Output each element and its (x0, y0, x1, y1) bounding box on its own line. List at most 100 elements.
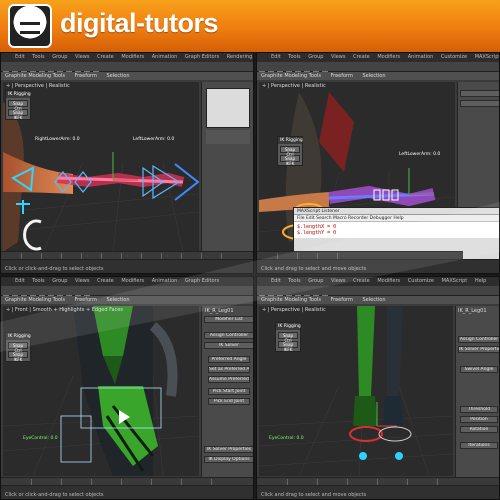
menu-help[interactable]: Help (475, 278, 486, 284)
menu-group[interactable]: Group (52, 278, 67, 284)
menu-graph-editors[interactable]: Graph Editors (185, 54, 219, 60)
time-slider[interactable] (1, 251, 253, 259)
menu-customize[interactable]: Customize (408, 278, 434, 284)
snap-ikfk-button[interactable]: Snap IKFK (280, 155, 300, 166)
assign-controller-rollout[interactable]: Assign Controller (204, 332, 253, 339)
tab-selection[interactable]: Selection (362, 297, 385, 303)
menu-tools[interactable]: Tools (32, 278, 44, 284)
menu-group[interactable]: Group (308, 278, 323, 284)
main-toolbar (257, 286, 499, 301)
front-viewport[interactable]: + | Front | Smooth + Highlights + Edged … (3, 306, 199, 476)
menu-group[interactable]: Group (52, 54, 67, 60)
parameters-rollout[interactable] (460, 90, 499, 97)
tab-selection[interactable]: Selection (106, 297, 129, 303)
menu-tools[interactable]: Tools (288, 278, 300, 284)
pick-start-joint-button[interactable]: Pick Start Joint (208, 388, 250, 395)
modifier-list-dropdown[interactable]: Modifier List (204, 316, 253, 323)
snap-ctrl-button[interactable]: Snap Ctrl (280, 146, 300, 157)
menu-rendering[interactable]: Rendering (227, 54, 253, 60)
ik-solver-properties-rollout[interactable]: IK Solver Properties (458, 346, 499, 353)
menu-edit[interactable]: Edit (15, 54, 25, 60)
menu-graph-editors[interactable]: Graph Editors (185, 278, 219, 284)
listener-menu[interactable]: File Edit Search Macro Recorder Debugger… (294, 215, 499, 222)
perspective-viewport[interactable]: + | Perspective | Realistic RightLowerAr… (3, 82, 199, 252)
position-field[interactable]: Position (460, 416, 498, 423)
menu-maxscript[interactable]: MAXScript (442, 278, 468, 284)
tab-freeform[interactable]: Freeform (75, 73, 97, 79)
menu-edit[interactable]: Edit (15, 278, 25, 284)
viewport-label[interactable]: + | Perspective | Realistic (262, 307, 326, 313)
threshold-field[interactable]: Threshold (460, 406, 498, 413)
tab-graphite-modeling[interactable]: Graphite Modeling Tools (261, 73, 321, 79)
tab-freeform[interactable]: Freeform (75, 297, 97, 303)
snap-ikfk-button[interactable]: Snap IKFK (8, 109, 28, 120)
time-slider[interactable] (257, 251, 463, 259)
command-panel-field[interactable] (460, 100, 499, 107)
tab-graphite-modeling[interactable]: Graphite Modeling Tools (5, 73, 65, 79)
menu-modifiers[interactable]: Modifiers (121, 278, 144, 284)
assign-controller-rollout[interactable]: Assign Controller (458, 336, 499, 343)
ik-solver-rollout[interactable]: IK Solver (204, 342, 253, 349)
viewport-label[interactable]: + | Perspective | Realistic (262, 83, 326, 89)
set-preferred-angle-button[interactable]: Set as Preferred Angle (208, 366, 250, 373)
assume-preferred-angle-button[interactable]: Assume Preferred Angle (208, 376, 250, 383)
listener-code[interactable]: $.lengthX = 0 $.lengthY = 0 (294, 222, 499, 238)
menu-create[interactable]: Create (97, 278, 114, 284)
ik-display-options-rollout[interactable]: IK Display Options (204, 456, 253, 463)
snap-ctrl-button[interactable]: Snap Ctrl (8, 342, 28, 353)
ik-rigging-title: IK Rigging (6, 91, 31, 98)
swivel-angle-field[interactable]: Swivel Angle (460, 366, 498, 373)
menu-group[interactable]: Group (308, 54, 323, 60)
time-slider[interactable] (1, 477, 253, 485)
menu-views[interactable]: Views (75, 278, 89, 284)
viewport-label[interactable]: + | Front | Smooth + Highlights + Edged … (6, 307, 123, 313)
screenshot-top-left: 3 Edit Tools Group Views Create Modifier… (0, 52, 254, 274)
menu-customize[interactable]: Customize (441, 54, 467, 60)
menu-views[interactable]: Views (331, 278, 345, 284)
perspective-viewport[interactable]: + | Perspective | Realistic EyeControl: … (259, 306, 453, 476)
snap-ctrl-button[interactable]: Snap Ctrl (8, 100, 28, 111)
tab-graphite-modeling[interactable]: Graphite Modeling Tools (5, 297, 65, 303)
menu-modifiers[interactable]: Modifiers (377, 278, 400, 284)
menu-create[interactable]: Create (353, 54, 370, 60)
tab-freeform[interactable]: Freeform (331, 73, 353, 79)
tab-selection[interactable]: Selection (106, 73, 129, 79)
main-toolbar (1, 62, 253, 77)
menu-views[interactable]: Views (75, 54, 89, 60)
menu-create[interactable]: Create (97, 54, 114, 60)
ik-solver-properties-rollout[interactable]: IK Solver Properties (204, 446, 253, 453)
menu-bar: Edit Tools Group Views Create Modifiers … (1, 277, 253, 286)
snap-ikfk-button[interactable]: Snap IKFK (8, 351, 28, 362)
menu-bar: Edit Tools Group Views Create Modifiers … (257, 277, 499, 286)
menu-bar: Edit Tools Group Views Create Modifiers … (1, 53, 253, 62)
menu-animation[interactable]: Animation (152, 278, 178, 284)
menu-maxscript[interactable]: MAXScript (475, 54, 499, 60)
tab-selection[interactable]: Selection (362, 73, 385, 79)
time-slider[interactable] (257, 477, 499, 485)
snap-ikfk-button[interactable]: Snap IKFK (278, 341, 298, 352)
pick-end-joint-button[interactable]: Pick End Joint (208, 398, 250, 405)
preferred-angle-button[interactable]: Preferred Angle (208, 356, 250, 363)
tab-freeform[interactable]: Freeform (331, 297, 353, 303)
menu-edit[interactable]: Edit (271, 278, 281, 284)
command-panel-rollout (206, 130, 250, 144)
menu-tools[interactable]: Tools (32, 54, 44, 60)
menu-animation[interactable]: Animation (408, 54, 434, 60)
menu-modifiers[interactable]: Modifiers (377, 54, 400, 60)
menu-animation[interactable]: Animation (152, 54, 178, 60)
brand-title: digital-tutors (60, 8, 218, 38)
status-prompt: Click and drag to select and move object… (261, 266, 367, 272)
viewport-label[interactable]: + | Perspective | Realistic (6, 83, 70, 89)
menu-create[interactable]: Create (353, 278, 370, 284)
iterations-field[interactable]: Iterations (460, 442, 498, 449)
selected-object-name[interactable]: IK_R_Leg01 (205, 308, 234, 314)
menu-modifiers[interactable]: Modifiers (121, 54, 144, 60)
graphite-ribbon: Graphite Modeling Tools Freeform Selecti… (1, 72, 253, 80)
tab-graphite-modeling[interactable]: Graphite Modeling Tools (261, 297, 321, 303)
rotation-field[interactable]: Rotation (460, 426, 498, 433)
selected-object-name[interactable]: IK_R_Leg01 (458, 308, 487, 314)
menu-edit[interactable]: Edit (271, 54, 281, 60)
menu-views[interactable]: Views (331, 54, 345, 60)
snap-ctrl-button[interactable]: Snap Ctrl (278, 332, 298, 343)
menu-tools[interactable]: Tools (288, 54, 300, 60)
